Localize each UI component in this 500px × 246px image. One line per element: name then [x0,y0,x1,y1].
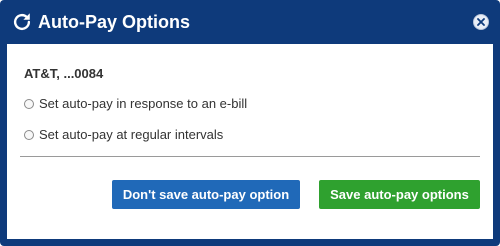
close-icon [477,18,485,26]
close-button[interactable] [473,14,489,30]
option-label: Set auto-pay at regular intervals [39,127,224,142]
divider [20,156,480,157]
radio-button[interactable] [24,129,34,140]
dialog-title: Auto-Pay Options [38,12,190,32]
option-ebill[interactable]: Set auto-pay in response to an e-bill [24,96,247,111]
save-button[interactable]: Save auto-pay options [319,180,480,209]
auto-pay-dialog: Auto-Pay Options AT&T, ...0084 Set auto-… [0,0,500,246]
dont-save-button[interactable]: Don't save auto-pay option [112,180,300,209]
dialog-titlebar: Auto-Pay Options [7,0,493,44]
refresh-icon [13,13,31,31]
option-label: Set auto-pay in response to an e-bill [39,96,248,111]
radio-button[interactable] [24,98,34,109]
dialog-body: AT&T, ...0084 Set auto-pay in response t… [7,44,493,239]
account-label: AT&T, ...0084 [24,66,104,81]
option-regular-intervals[interactable]: Set auto-pay at regular intervals [24,127,223,142]
